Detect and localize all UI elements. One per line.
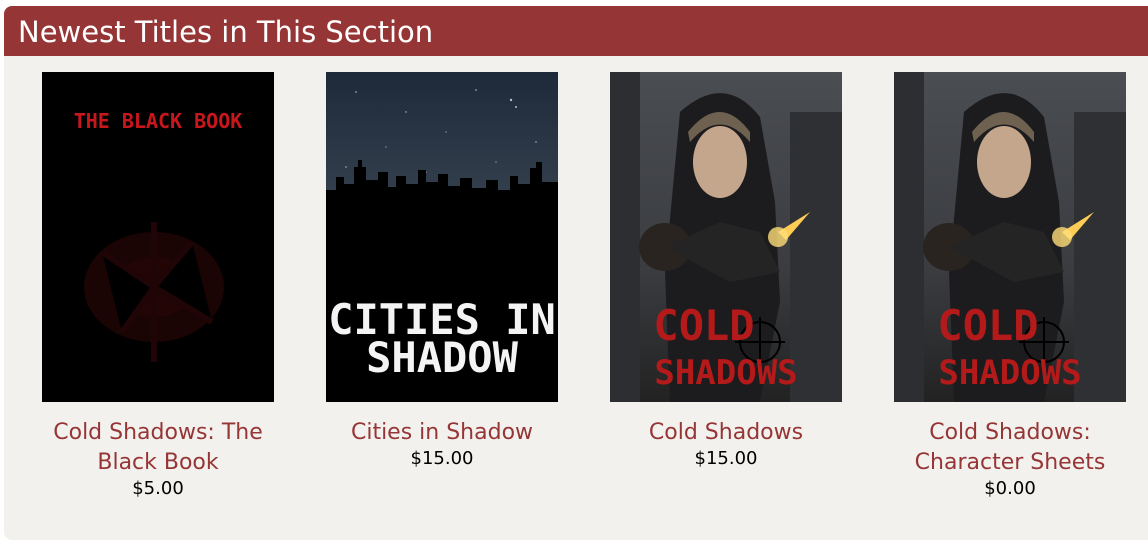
product-cover-cold-shadows[interactable]: COLD SHADOWS [610, 72, 842, 402]
product-card: COLD SHADOWS Cold Shadows: Character She… [868, 72, 1148, 502]
product-title-link[interactable]: Cities in Shadow [300, 418, 584, 448]
product-card: THE BLACK BOOK Cold Shadows: The Black B… [16, 72, 300, 502]
product-cover-character-sheets[interactable]: COLD SHADOWS [894, 72, 1126, 402]
product-price: $5.00 [132, 478, 184, 499]
svg-text:SHADOW: SHADOW [366, 333, 518, 382]
product-price: $0.00 [984, 478, 1036, 499]
product-grid: THE BLACK BOOK Cold Shadows: The Black B… [4, 72, 1148, 512]
svg-text:SHADOWS: SHADOWS [654, 353, 797, 393]
product-cover-black-book[interactable]: THE BLACK BOOK [42, 72, 274, 402]
svg-text:COLD: COLD [653, 301, 754, 350]
product-card: CITIES IN SHADOW Cities in Shadow $15.00 [300, 72, 584, 472]
product-cover-cities-in-shadow[interactable]: CITIES IN SHADOW [326, 72, 558, 402]
svg-text:COLD: COLD [937, 301, 1038, 350]
product-title-link[interactable]: Cold Shadows: Character Sheets [868, 418, 1148, 478]
section-title: Newest Titles in This Section [4, 6, 1148, 56]
product-price: $15.00 [410, 448, 474, 469]
product-price: $15.00 [694, 448, 758, 469]
product-title-link[interactable]: Cold Shadows [584, 418, 868, 448]
svg-text:SHADOWS: SHADOWS [938, 353, 1081, 393]
product-card: COLD SHADOWS Cold Shadows $15.00 [584, 72, 868, 472]
product-title-link[interactable]: Cold Shadows: The Black Book [16, 418, 300, 478]
svg-text:THE BLACK BOOK: THE BLACK BOOK [74, 109, 243, 133]
newest-titles-panel: Newest Titles in This Section THE BLACK … [4, 6, 1148, 540]
